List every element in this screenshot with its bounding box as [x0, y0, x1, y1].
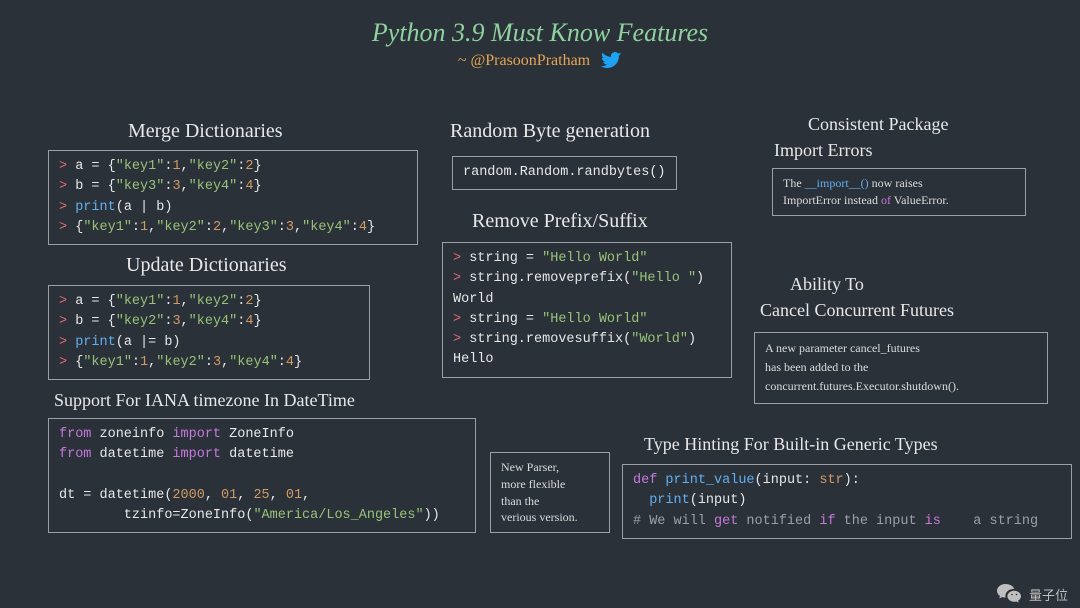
wechat-icon: [997, 584, 1021, 604]
heading-consistent-package-1: Consistent Package: [808, 114, 948, 135]
heading-cancel-futures-2: Cancel Concurrent Futures: [760, 300, 954, 321]
code-random-byte: random.Random.randbytes(): [452, 156, 677, 190]
watermark-text: 量子位: [1029, 585, 1068, 604]
author-handle-text: ~ @PrasoonPratham: [458, 52, 590, 69]
code-type-hinting: def print_value(input: str): print(input…: [622, 464, 1072, 539]
heading-update-dictionaries: Update Dictionaries: [126, 254, 287, 277]
note-cancel-futures: A new parameter cancel_futures has been …: [754, 332, 1048, 404]
watermark: 量子位: [997, 584, 1068, 604]
heading-cancel-futures-1: Ability To: [790, 274, 864, 295]
heading-random-byte: Random Byte generation: [450, 120, 650, 143]
heading-iana-timezone: Support For IANA timezone In DateTime: [54, 390, 355, 411]
note-import-errors: The __import__() now raises ImportError …: [772, 168, 1026, 216]
heading-type-hinting: Type Hinting For Built-in Generic Types: [644, 434, 938, 455]
code-merge-dictionaries: > a = {"key1":1,"key2":2} > b = {"key3":…: [48, 150, 418, 245]
author-handle: ~ @PrasoonPratham: [0, 48, 1080, 70]
heading-remove-prefix-suffix: Remove Prefix/Suffix: [472, 210, 648, 233]
code-iana-timezone: from zoneinfo import ZoneInfo from datet…: [48, 418, 476, 533]
heading-merge-dictionaries: Merge Dictionaries: [128, 120, 283, 143]
code-remove-prefix-suffix: > string = "Hello World" > string.remove…: [442, 242, 732, 378]
twitter-icon: [600, 52, 622, 70]
code-update-dictionaries: > a = {"key1":1,"key2":2} > b = {"key2":…: [48, 285, 370, 380]
note-new-parser: New Parser, more flexible than the verio…: [490, 452, 610, 533]
heading-consistent-package-2: Import Errors: [774, 140, 872, 161]
page-title: Python 3.9 Must Know Features: [0, 0, 1080, 48]
